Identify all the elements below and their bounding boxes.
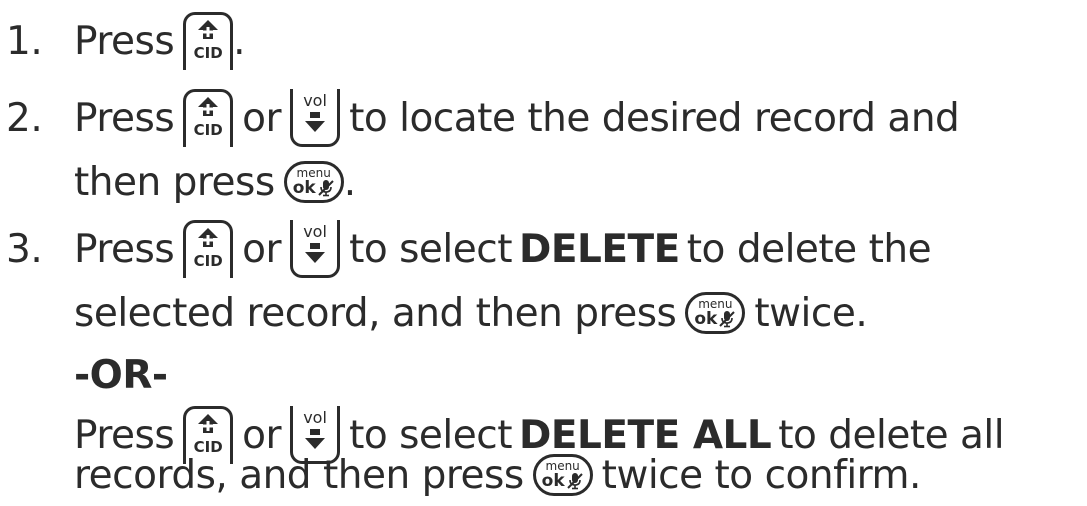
- mute-mic-icon: [566, 473, 583, 490]
- step-text: to locate the desired record and: [349, 95, 960, 141]
- vol-key-label: vol: [303, 222, 327, 241]
- step-number: 3.: [6, 226, 43, 272]
- up-arrow-plus-icon: [198, 228, 219, 247]
- menu-ok-key: menu ok: [685, 292, 746, 334]
- step-2-cont: then press menu ok .: [0, 153, 356, 211]
- up-arrow-plus-icon: [198, 20, 219, 39]
- step-text: or: [242, 226, 282, 272]
- step-text: twice.: [754, 290, 868, 336]
- step-number: 2.: [6, 95, 43, 141]
- cid-key: CID: [183, 220, 234, 278]
- ok-key-label: ok: [541, 471, 565, 491]
- cid-key: CID: [183, 89, 234, 147]
- mute-mic-icon: [719, 311, 736, 328]
- vol-key-label: vol: [303, 91, 327, 110]
- step-text: or: [242, 95, 282, 141]
- mute-mic-icon: [317, 180, 334, 197]
- vol-key: vol: [290, 89, 341, 147]
- down-arrow-minus-icon: [305, 243, 326, 263]
- step-text: .: [343, 159, 356, 205]
- step-keyword: DELETE: [519, 226, 680, 272]
- down-arrow-minus-icon: [305, 112, 326, 132]
- ok-key-label: ok: [292, 178, 316, 198]
- step-3-cont: selected record, and then press menu ok …: [0, 284, 868, 342]
- menu-ok-key: menu ok: [532, 454, 593, 496]
- vol-key-label: vol: [303, 408, 327, 427]
- step-number: 1.: [6, 18, 43, 64]
- step-text: then press: [74, 159, 275, 205]
- up-arrow-plus-icon: [198, 97, 219, 116]
- step-text: to delete the: [686, 226, 932, 272]
- cid-key-label: CID: [193, 252, 223, 270]
- step-text: selected record, and then press: [74, 290, 677, 336]
- step-text: .: [233, 18, 246, 64]
- step-text: to select: [349, 226, 512, 272]
- ok-key-label: ok: [694, 309, 718, 329]
- cid-key-label: CID: [193, 121, 223, 139]
- or-label-line: -OR-: [0, 346, 168, 404]
- step-1: 1. Press CID .: [0, 12, 246, 70]
- up-arrow-plus-icon: [198, 414, 219, 433]
- menu-ok-key: menu ok: [283, 161, 344, 203]
- step-text: Press: [74, 95, 175, 141]
- step-text: records, and then press: [74, 452, 524, 498]
- step-text: Press: [74, 18, 175, 64]
- step-2: 2. Press CID or vol to locate the desire…: [0, 89, 960, 147]
- vol-key: vol: [290, 220, 341, 278]
- or-label: -OR-: [74, 352, 168, 398]
- cid-key-label: CID: [193, 44, 223, 62]
- cid-key: CID: [183, 12, 234, 70]
- step-3-alt-cont: records, and then press menu ok twice to…: [0, 446, 921, 504]
- step-3: 3. Press CID or vol to select DELETE to …: [0, 220, 932, 278]
- step-text: twice to confirm.: [601, 452, 922, 498]
- step-text: Press: [74, 226, 175, 272]
